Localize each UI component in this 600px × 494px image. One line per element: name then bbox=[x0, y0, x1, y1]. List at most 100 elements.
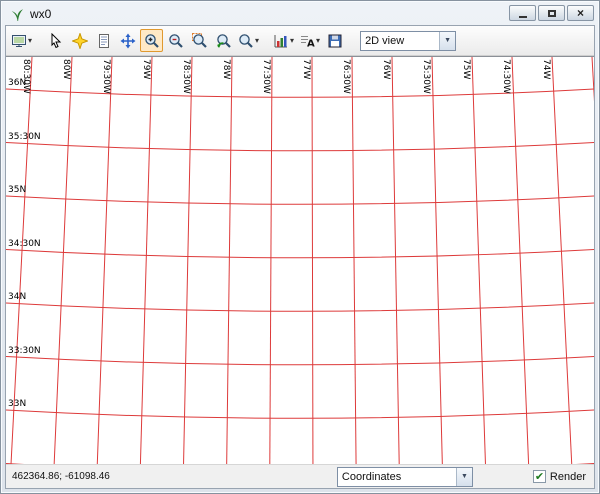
lon-label: 75:30W bbox=[420, 59, 431, 94]
lon-label: 77W bbox=[300, 59, 311, 79]
view-mode-value: 2D view bbox=[361, 35, 439, 47]
render-checkbox[interactable]: ✔ Render bbox=[533, 470, 586, 483]
tool-save-display[interactable] bbox=[323, 29, 346, 52]
minimize-icon bbox=[519, 16, 527, 18]
lon-label: 78W bbox=[220, 59, 231, 79]
analyze-icon bbox=[273, 33, 289, 49]
lat-label: 34N bbox=[8, 292, 26, 302]
chevron-down-icon: ▼ bbox=[456, 468, 472, 486]
tool-zoom-options[interactable]: ▾ bbox=[236, 29, 261, 52]
render-label: Render bbox=[550, 471, 586, 483]
lon-label: 74W bbox=[540, 59, 551, 79]
zoom-out-icon bbox=[168, 33, 184, 49]
meridian-line bbox=[270, 57, 272, 464]
close-button[interactable]: × bbox=[567, 5, 594, 21]
lon-label: 80:30W bbox=[20, 59, 31, 94]
parallel-line bbox=[6, 410, 594, 418]
lon-label: 74:30W bbox=[500, 59, 511, 94]
zoom-in-icon bbox=[144, 33, 160, 49]
maximize-button[interactable] bbox=[538, 5, 565, 21]
lat-label: 33N bbox=[8, 399, 26, 409]
meridian-line bbox=[472, 57, 485, 464]
dropdown-arrow-icon: ▾ bbox=[28, 36, 32, 45]
tool-render-display[interactable]: ▾ bbox=[9, 29, 34, 52]
map-toolbar: ▾▾▾A▾ 2D view ▼ bbox=[6, 26, 594, 56]
lat-label: 35:30N bbox=[8, 132, 41, 142]
dropdown-arrow-icon: ▾ bbox=[255, 36, 259, 45]
lon-label: 76W bbox=[380, 59, 391, 79]
tool-zoom-to-selected[interactable] bbox=[188, 29, 211, 52]
check-icon: ✔ bbox=[535, 471, 544, 482]
select-icon bbox=[72, 33, 88, 49]
tool-add-overlay[interactable]: A▾ bbox=[297, 29, 322, 52]
tool-pointer[interactable] bbox=[44, 29, 67, 52]
tool-select[interactable] bbox=[68, 29, 91, 52]
dropdown-arrow-icon: ▾ bbox=[290, 36, 294, 45]
lat-label: 36N bbox=[8, 78, 26, 88]
toolbar-items: ▾▾▾A▾ bbox=[9, 29, 355, 52]
lon-label: 76:30W bbox=[340, 59, 351, 94]
tool-analyze[interactable]: ▾ bbox=[271, 29, 296, 52]
lon-label: 80W bbox=[60, 59, 71, 79]
tool-zoom-out[interactable] bbox=[164, 29, 187, 52]
lon-label: 75W bbox=[460, 59, 471, 79]
maximize-icon bbox=[548, 10, 556, 17]
meridian-line bbox=[392, 57, 399, 464]
window-controls: × bbox=[509, 5, 594, 21]
parallel-line bbox=[6, 143, 594, 151]
view-mode-select[interactable]: 2D view ▼ bbox=[360, 31, 456, 51]
map-canvas[interactable]: 80:30W80W79:30W79W78:30W78W77:30W77W76:3… bbox=[6, 56, 594, 464]
parallel-line bbox=[6, 303, 594, 311]
titlebar[interactable]: wx0 × bbox=[5, 1, 595, 25]
tool-query[interactable] bbox=[92, 29, 115, 52]
window-title: wx0 bbox=[30, 7, 51, 21]
zoom-to-selected-icon bbox=[192, 33, 208, 49]
meridian-line bbox=[227, 57, 232, 464]
lat-label: 35N bbox=[8, 185, 26, 195]
statusbar-mode-select[interactable]: Coordinates ▼ bbox=[337, 467, 473, 487]
statusbar: 462364.86; -61098.46 Coordinates ▼ ✔ Ren… bbox=[6, 464, 594, 488]
parallel-line bbox=[6, 357, 594, 365]
tool-zoom-in[interactable] bbox=[140, 29, 163, 52]
svg-text:A: A bbox=[307, 38, 315, 49]
meridian-line bbox=[54, 57, 72, 464]
add-overlay-icon: A bbox=[299, 33, 315, 49]
map-graticule-svg bbox=[6, 57, 594, 464]
lon-label: 78:30W bbox=[180, 59, 191, 94]
statusbar-mode-value: Coordinates bbox=[338, 471, 456, 483]
meridian-line bbox=[140, 57, 152, 464]
app-icon bbox=[10, 7, 25, 22]
parallel-line bbox=[6, 250, 594, 258]
pan-icon bbox=[120, 33, 136, 49]
parallel-line bbox=[6, 464, 594, 465]
parallel-line bbox=[6, 196, 594, 204]
meridian-line bbox=[552, 57, 572, 464]
meridian-line bbox=[432, 57, 442, 464]
chevron-down-icon: ▼ bbox=[439, 32, 455, 50]
meridian-line bbox=[97, 57, 112, 464]
dropdown-arrow-icon: ▾ bbox=[316, 36, 320, 45]
zoom-options-icon bbox=[238, 33, 254, 49]
render-display-icon bbox=[11, 33, 27, 49]
tool-zoom-back[interactable] bbox=[212, 29, 235, 52]
lon-label: 77:30W bbox=[260, 59, 271, 94]
meridian-line bbox=[352, 57, 356, 464]
close-icon: × bbox=[577, 7, 584, 19]
coordinate-readout: 462364.86; -61098.46 bbox=[12, 471, 110, 482]
app-body: ▾▾▾A▾ 2D view ▼ 80:30W80W79:30W79W78:30W… bbox=[5, 25, 595, 489]
pointer-icon bbox=[48, 33, 64, 49]
lat-label: 34:30N bbox=[8, 239, 41, 249]
save-display-icon bbox=[327, 33, 343, 49]
zoom-back-icon bbox=[216, 33, 232, 49]
meridian-line bbox=[512, 57, 529, 464]
app-window: wx0 × ▾▾▾A▾ 2D view ▼ 80:30W80W79:30W79W… bbox=[0, 0, 600, 494]
meridian-line bbox=[184, 57, 192, 464]
tool-pan[interactable] bbox=[116, 29, 139, 52]
lon-label: 79:30W bbox=[100, 59, 111, 94]
lat-label: 33:30N bbox=[8, 346, 41, 356]
checkbox-icon: ✔ bbox=[533, 470, 546, 483]
query-icon bbox=[96, 33, 112, 49]
minimize-button[interactable] bbox=[509, 5, 536, 21]
meridian-line bbox=[312, 57, 313, 464]
meridian-line bbox=[592, 57, 594, 464]
